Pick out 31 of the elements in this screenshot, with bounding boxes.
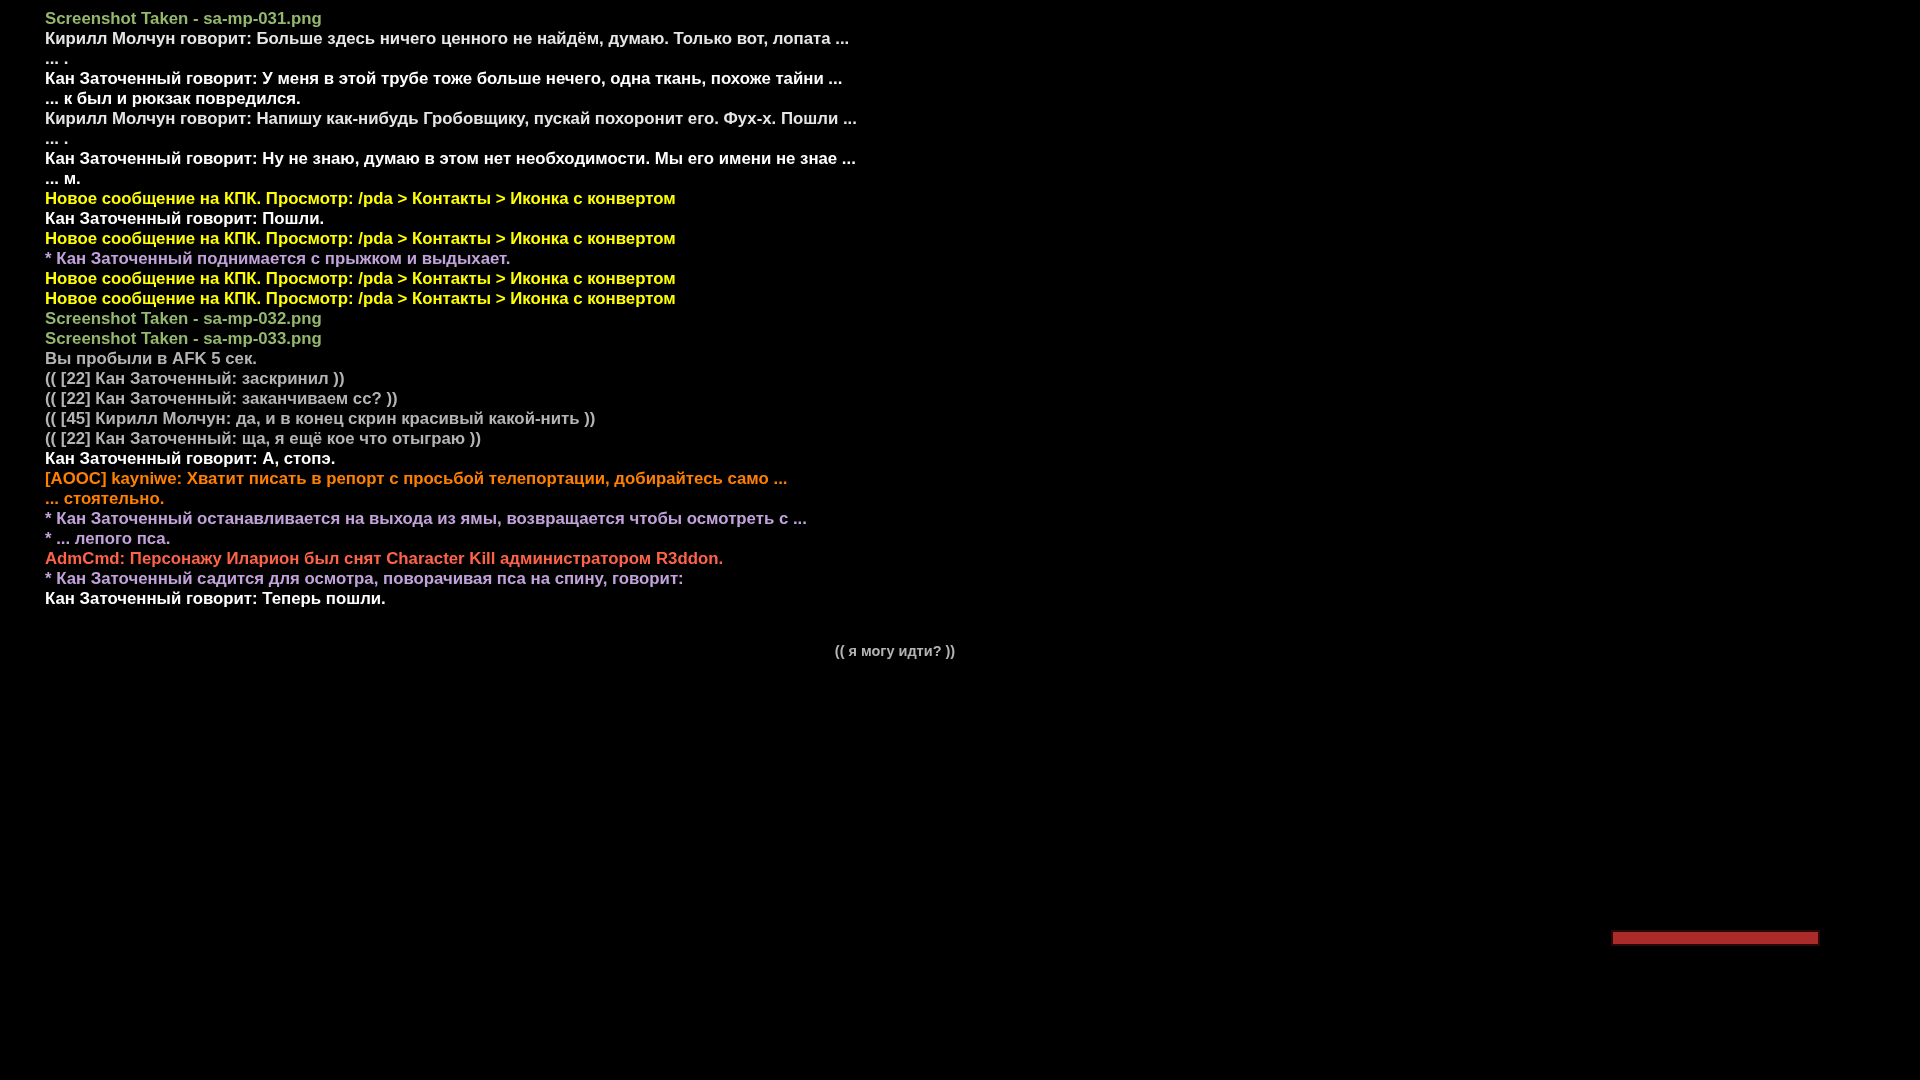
chat-line: [AOOC] kayniwe: Хватит писать в репорт с просьбой телепортации, добирайтесь само ... <box>45 469 788 489</box>
center-message: (( я могу идти? )) <box>834 642 956 661</box>
chat-line: (( [22] Кан Заточенный: заканчиваем сс? )) <box>45 389 398 409</box>
chat-line: ... . <box>45 49 69 69</box>
chat-line: (( [22] Кан Заточенный: заскринил )) <box>45 369 345 389</box>
chat-line: Кан Заточенный говорит: Пошли. <box>45 209 325 229</box>
chat-line: ... стоятельно. <box>45 489 165 509</box>
chat-line: Кан Заточенный говорит: А, стопэ. <box>45 449 336 469</box>
chat-line: Кан Заточенный говорит: Теперь пошли. <box>45 589 386 609</box>
chat-line: Screenshot Taken - sa-mp-031.png <box>45 9 322 29</box>
chat-line: ... к был и рюкзак повредился. <box>45 89 301 109</box>
chat-line: Кан Заточенный говорит: Ну не знаю, думаю в этом нет необходимости. Мы его имени не знае ... <box>45 149 856 169</box>
chat-line: Кирилл Молчун говорит: Напишу как-нибудь Гробовщику, пускай похоронит его. Фух-х. Пошли ... <box>45 109 857 129</box>
chat-line: * Кан Заточенный останавливается на выхода из ямы, возвращается чтобы осмотреть с ... <box>45 509 807 529</box>
chat-line: (( [22] Кан Заточенный: ща, я ещё кое что отыграю )) <box>45 429 481 449</box>
chat-line: * Кан Заточенный садится для осмотра, поворачивая пса на спину, говорит: <box>45 569 684 589</box>
chat-line: ... . <box>45 129 69 149</box>
chat-line: Screenshot Taken - sa-mp-033.png <box>45 329 322 349</box>
chat-line: * ... лепого пса. <box>45 529 171 549</box>
chat-line: (( [45] Кирилл Молчун: да, и в конец скрин красивый какой-нить )) <box>45 409 596 429</box>
chat-line: Кан Заточенный говорит: У меня в этой трубе тоже больше нечего, одна ткань, похоже тайни ... <box>45 69 843 89</box>
chat-line: Кирилл Молчун говорит: Больше здесь ничего ценного не найдём, думаю. Только вот, лопата ... <box>45 29 850 49</box>
chat-line: Новое сообщение на КПК. Просмотр: /pda > Контакты > Иконка с конвертом <box>45 269 676 289</box>
chat-line: Новое сообщение на КПК. Просмотр: /pda > Контакты > Иконка с конвертом <box>45 289 676 309</box>
chat-line: Screenshot Taken - sa-mp-032.png <box>45 309 322 329</box>
chat-line: ... м. <box>45 169 81 189</box>
chat-line: * Кан Заточенный поднимается с прыжком и выдыхает. <box>45 249 511 269</box>
chat-line: Новое сообщение на КПК. Просмотр: /pda > Контакты > Иконка с конвертом <box>45 189 676 209</box>
chat-line: Новое сообщение на КПК. Просмотр: /pda > Контакты > Иконка с конвертом <box>45 229 676 249</box>
chat-line: Вы пробыли в AFK 5 сек. <box>45 349 257 369</box>
chat-line: AdmCmd: Персонажу Иларион был снят Character Kill администратором R3ddon. <box>45 549 724 569</box>
